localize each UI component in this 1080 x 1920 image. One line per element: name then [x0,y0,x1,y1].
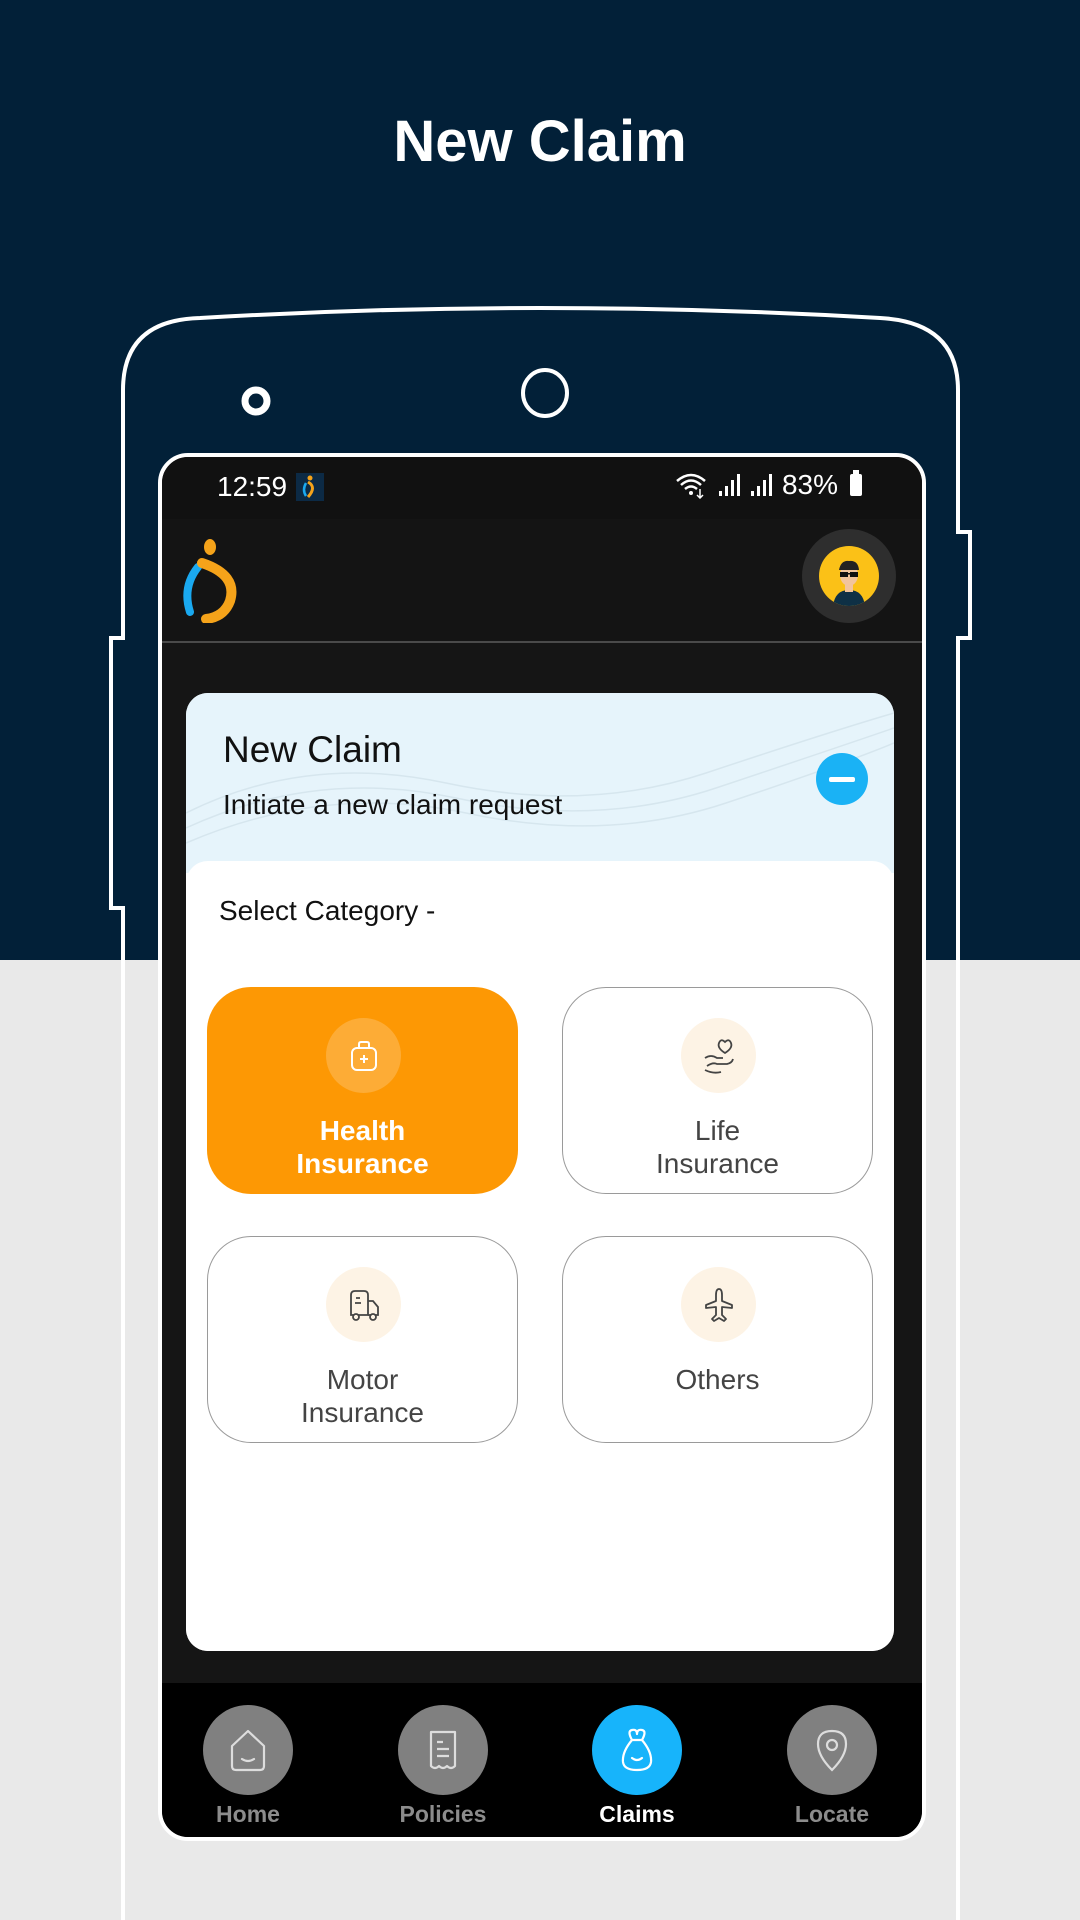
category-others[interactable]: Others [562,1236,873,1443]
hand-heart-icon [681,1018,756,1093]
card-header: New Claim Initiate a new claim request [186,693,894,873]
airplane-icon [681,1267,756,1342]
app-bar [162,519,922,643]
select-category-label: Select Category - [219,895,436,926]
category-label: Health Insurance [296,1115,429,1179]
category-panel: Select Category - Health Insurance Life In… [186,861,894,1651]
status-bar: 12:59 83% [162,457,922,519]
battery-percent: 83% [781,469,838,500]
avatar [819,546,879,606]
home-icon [203,1705,293,1795]
card-subtitle: Initiate a new claim request [223,789,563,820]
category-label: Motor Insurance [301,1364,424,1428]
status-time: 12:59 [217,471,288,502]
wifi-icon [676,473,706,499]
minus-icon [829,776,855,782]
nav-claims[interactable]: Claims [567,1705,707,1837]
collapse-button[interactable] [816,753,868,805]
nav-label: Policies [399,1801,487,1827]
nav-label: Claims [599,1801,675,1827]
page-title: New Claim [393,109,687,174]
money-bag-icon [592,1705,682,1795]
profile-avatar-button[interactable] [802,529,896,623]
brand-logo-icon[interactable] [180,537,250,623]
category-life-insurance[interactable]: Life Insurance [562,987,873,1194]
category-label: Life Insurance [656,1115,779,1179]
nav-policies[interactable]: Policies [373,1705,513,1837]
bottom-navigation: Home Policies Claims Locate [162,1683,922,1837]
signal-icon-2 [750,474,772,496]
new-claim-card: New Claim Initiate a new claim request S… [186,693,894,1651]
battery-icon [850,470,862,496]
status-icons: 83% [674,469,862,501]
nav-label: Home [216,1801,280,1827]
medical-kit-icon [326,1018,401,1093]
category-health-insurance[interactable]: Health Insurance [207,987,518,1194]
app-notification-icon [296,473,324,501]
category-motor-insurance[interactable]: Motor Insurance [207,1236,518,1443]
truck-icon [326,1267,401,1342]
location-pin-icon [787,1705,877,1795]
nav-home[interactable]: Home [178,1705,318,1837]
nav-label: Locate [794,1801,870,1827]
document-icon [398,1705,488,1795]
card-title: New Claim [223,729,402,770]
phone-screen: 12:59 83% New Claim Initiate a new claim… [158,453,926,1841]
nav-locate[interactable]: Locate [762,1705,902,1837]
category-label: Others [675,1364,760,1395]
signal-icon-1 [718,474,740,496]
wave-pattern [186,712,894,844]
